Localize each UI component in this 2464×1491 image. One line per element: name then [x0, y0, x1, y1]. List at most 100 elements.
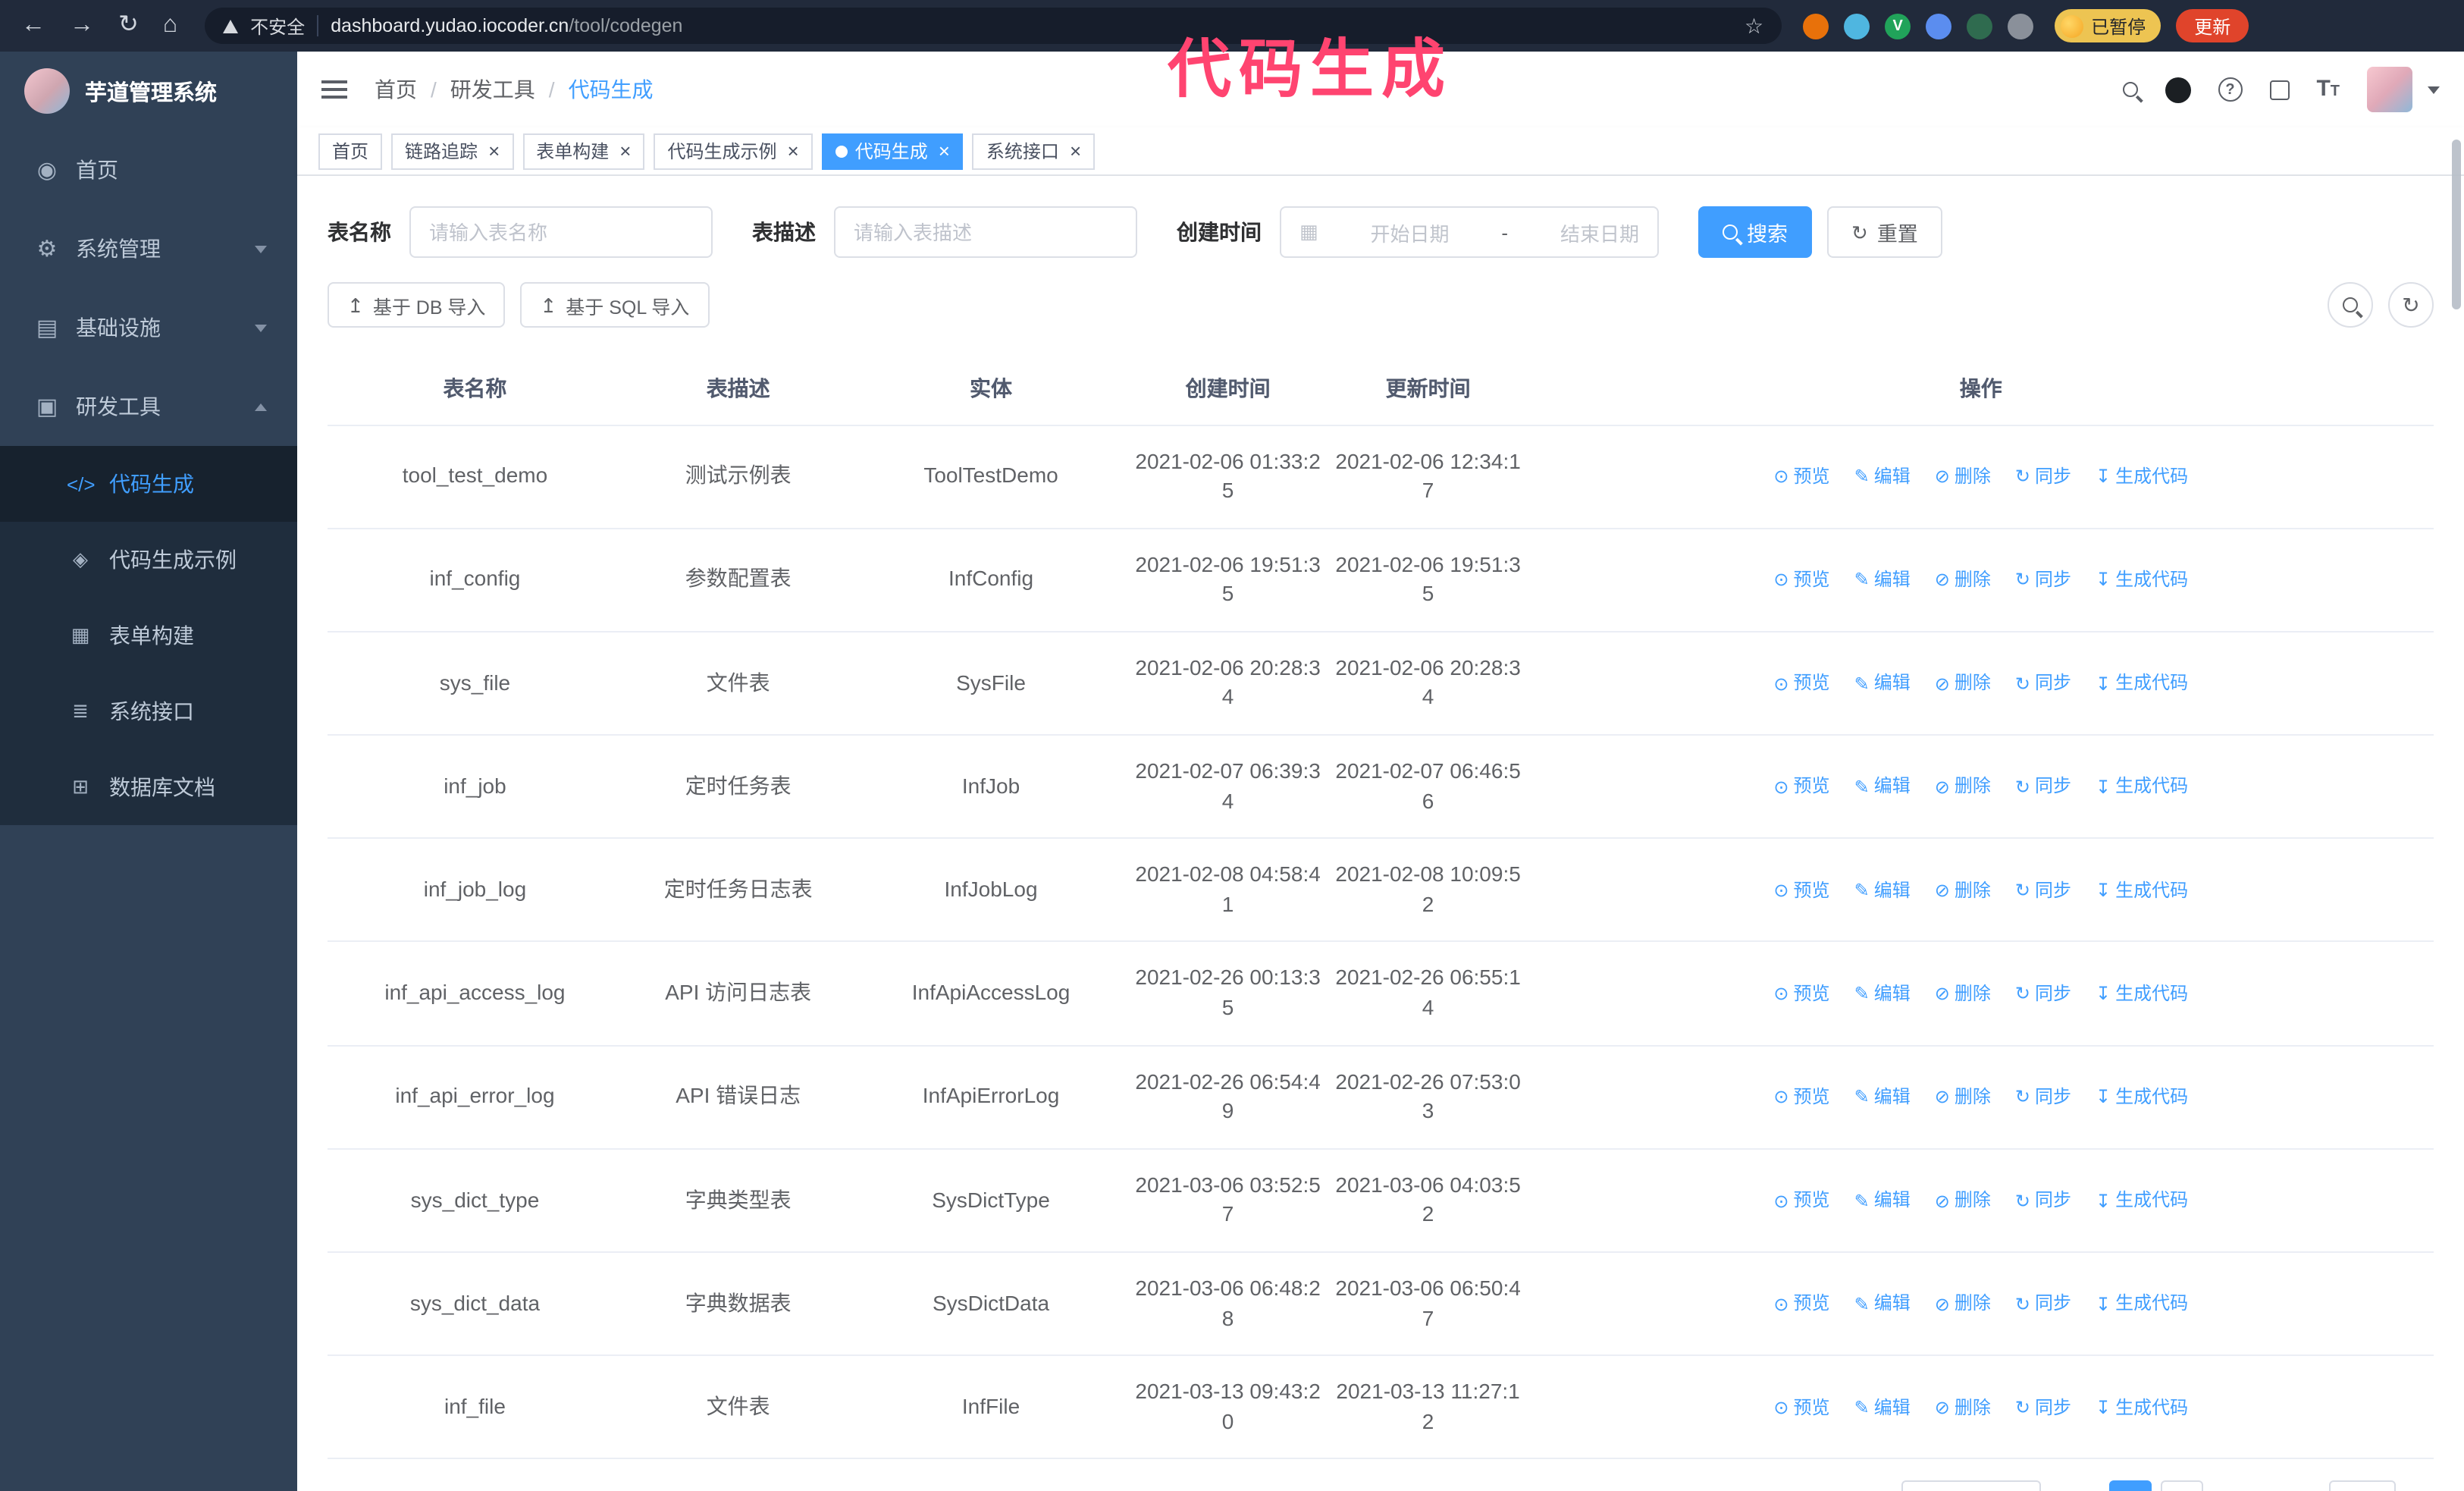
preview-link[interactable]: ⊙ 预览: [1773, 1188, 1829, 1213]
generate-link[interactable]: ↧ 生成代码: [2096, 774, 2188, 800]
tab-system-api[interactable]: 系统接口 ×: [972, 133, 1096, 169]
preview-link[interactable]: ⊙ 预览: [1773, 567, 1829, 593]
preview-link[interactable]: ⊙ 预览: [1773, 1395, 1829, 1420]
generate-link[interactable]: ↧ 生成代码: [2096, 671, 2188, 697]
create-time-range-picker[interactable]: ▦ 开始日期 - 结束日期: [1280, 206, 1659, 258]
import-db-button[interactable]: ↥ 基于 DB 导入: [328, 282, 506, 328]
sidebar-item-system[interactable]: ⚙ 系统管理: [0, 209, 297, 288]
generate-link[interactable]: ↧ 生成代码: [2096, 1188, 2188, 1213]
generate-link[interactable]: ↧ 生成代码: [2096, 1395, 2188, 1420]
forward-icon[interactable]: →: [70, 13, 94, 38]
refresh-table-button[interactable]: ↻: [2388, 282, 2434, 328]
generate-link[interactable]: ↧ 生成代码: [2096, 1085, 2188, 1110]
preview-link[interactable]: ⊙ 预览: [1773, 981, 1829, 1007]
star-icon[interactable]: ☆: [1745, 15, 1763, 36]
page-size-select[interactable]: 10条/页: [1901, 1480, 2041, 1491]
menu-fold-icon[interactable]: [321, 79, 347, 100]
generate-link[interactable]: ↧ 生成代码: [2096, 1292, 2188, 1317]
close-icon[interactable]: ×: [619, 141, 631, 161]
page-button-2[interactable]: 2: [2160, 1480, 2203, 1491]
people-extension-icon[interactable]: [1926, 13, 1952, 39]
sync-link[interactable]: ↻ 同步: [2015, 774, 2071, 800]
back-icon[interactable]: ←: [21, 13, 45, 38]
sync-link[interactable]: ↻ 同步: [2015, 464, 2071, 490]
edit-link[interactable]: ✎ 编辑: [1854, 1188, 1911, 1213]
delete-link[interactable]: ⊘ 删除: [1935, 1292, 1991, 1317]
tab-codegen-example[interactable]: 代码生成示例 ×: [654, 133, 813, 169]
sidebar-item-infra[interactable]: ▤ 基础设施: [0, 288, 297, 367]
edit-link[interactable]: ✎ 编辑: [1854, 464, 1911, 490]
page-button-1[interactable]: 1: [2108, 1480, 2152, 1491]
breadcrumb-item[interactable]: 研发工具: [450, 74, 535, 105]
edit-link[interactable]: ✎ 编辑: [1854, 877, 1911, 903]
sync-link[interactable]: ↻ 同步: [2015, 1085, 2071, 1110]
delete-link[interactable]: ⊘ 删除: [1935, 1395, 1991, 1420]
sync-link[interactable]: ↻ 同步: [2015, 877, 2071, 903]
sync-link[interactable]: ↻ 同步: [2015, 981, 2071, 1007]
preview-link[interactable]: ⊙ 预览: [1773, 464, 1829, 490]
update-button[interactable]: 更新: [2176, 9, 2249, 42]
user-avatar[interactable]: [2367, 67, 2412, 112]
url-text[interactable]: dashboard.yudao.iocoder.cn/tool/codegen: [331, 15, 682, 36]
sidebar-subitem-codegen-example[interactable]: ◈ 代码生成示例: [0, 522, 297, 598]
close-icon[interactable]: ×: [939, 141, 950, 161]
toggle-search-button[interactable]: [2328, 282, 2373, 328]
close-icon[interactable]: ×: [1070, 141, 1081, 161]
v-green-extension-icon[interactable]: V: [1885, 13, 1911, 39]
dark-green-extension-icon[interactable]: [1967, 13, 1993, 39]
blue-drop-extension-icon[interactable]: [1844, 13, 1870, 39]
sync-link[interactable]: ↻ 同步: [2015, 1188, 2071, 1213]
delete-link[interactable]: ⊘ 删除: [1935, 981, 1991, 1007]
orange-extension-icon[interactable]: [1803, 13, 1829, 39]
delete-link[interactable]: ⊘ 删除: [1935, 1188, 1991, 1213]
sidebar-subitem-form-builder[interactable]: ▦ 表单构建: [0, 598, 297, 673]
next-page-button[interactable]: ›: [2226, 1481, 2253, 1491]
prev-page-button[interactable]: ‹: [2059, 1481, 2086, 1491]
tab-tracer[interactable]: 链路追踪 ×: [391, 133, 514, 169]
preview-link[interactable]: ⊙ 预览: [1773, 774, 1829, 800]
sidebar-subitem-codegen[interactable]: </> 代码生成: [0, 446, 297, 522]
help-icon[interactable]: [2218, 77, 2243, 102]
fullscreen-icon[interactable]: [2269, 80, 2290, 99]
sidebar-subitem-system-api[interactable]: ≣ 系统接口: [0, 673, 297, 749]
github-icon[interactable]: [2165, 77, 2191, 102]
breadcrumb-item[interactable]: 首页: [375, 74, 417, 105]
preview-link[interactable]: ⊙ 预览: [1773, 1085, 1829, 1110]
goto-page-input[interactable]: [2328, 1480, 2396, 1491]
tab-form-builder[interactable]: 表单构建 ×: [522, 133, 645, 169]
chevron-down-icon[interactable]: [2428, 86, 2440, 93]
edit-link[interactable]: ✎ 编辑: [1854, 1292, 1911, 1317]
preview-link[interactable]: ⊙ 预览: [1773, 1292, 1829, 1317]
preview-link[interactable]: ⊙ 预览: [1773, 877, 1829, 903]
scrollbar-thumb[interactable]: [2452, 140, 2461, 309]
generate-link[interactable]: ↧ 生成代码: [2096, 877, 2188, 903]
font-size-icon[interactable]: [2316, 77, 2340, 102]
close-icon[interactable]: ×: [488, 141, 500, 161]
reload-icon[interactable]: ↻: [118, 13, 139, 38]
logo[interactable]: 芋道管理系统: [0, 52, 297, 130]
edit-link[interactable]: ✎ 编辑: [1854, 1085, 1911, 1110]
sidebar-item-home[interactable]: ◉ 首页: [0, 130, 297, 209]
preview-link[interactable]: ⊙ 预览: [1773, 671, 1829, 697]
sidebar-subitem-db-doc[interactable]: ⊞ 数据库文档: [0, 749, 297, 825]
import-sql-button[interactable]: ↥ 基于 SQL 导入: [520, 282, 710, 328]
delete-link[interactable]: ⊘ 删除: [1935, 567, 1991, 593]
edit-link[interactable]: ✎ 编辑: [1854, 981, 1911, 1007]
edit-link[interactable]: ✎ 编辑: [1854, 567, 1911, 593]
sync-link[interactable]: ↻ 同步: [2015, 671, 2071, 697]
puzzle-extension-icon[interactable]: [2008, 13, 2034, 39]
close-icon[interactable]: ×: [788, 141, 799, 161]
security-label[interactable]: 不安全: [250, 13, 305, 39]
home-icon[interactable]: ⌂: [163, 13, 177, 38]
address-bar[interactable]: 不安全 dashboard.yudao.iocoder.cn/tool/code…: [205, 8, 1782, 44]
generate-link[interactable]: ↧ 生成代码: [2096, 981, 2188, 1007]
delete-link[interactable]: ⊘ 删除: [1935, 464, 1991, 490]
delete-link[interactable]: ⊘ 删除: [1935, 774, 1991, 800]
generate-link[interactable]: ↧ 生成代码: [2096, 567, 2188, 593]
sync-link[interactable]: ↻ 同步: [2015, 1292, 2071, 1317]
sidebar-item-devtools[interactable]: ▣ 研发工具: [0, 367, 297, 446]
search-icon[interactable]: [2122, 82, 2138, 97]
edit-link[interactable]: ✎ 编辑: [1854, 1395, 1911, 1420]
edit-link[interactable]: ✎ 编辑: [1854, 671, 1911, 697]
delete-link[interactable]: ⊘ 删除: [1935, 671, 1991, 697]
